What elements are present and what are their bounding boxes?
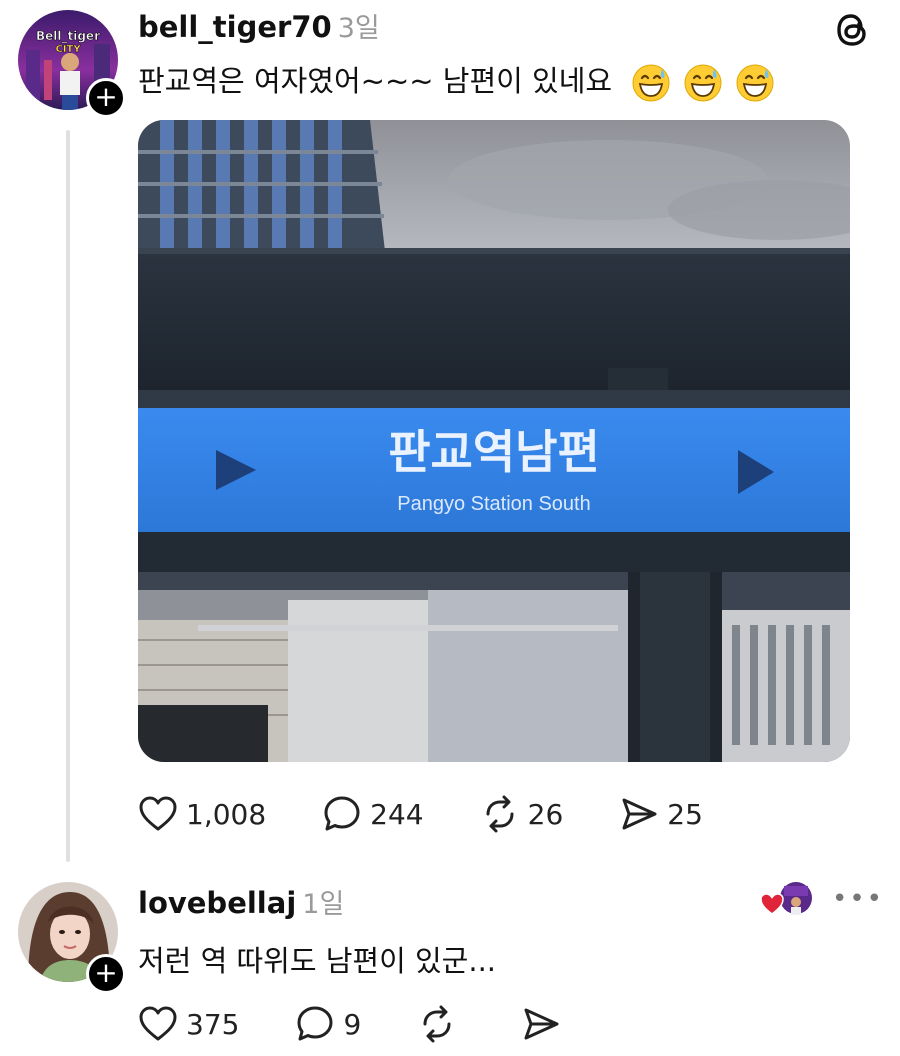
reply-username[interactable]: lovebellaj — [138, 886, 296, 920]
post-username[interactable]: bell_tiger70 — [138, 10, 332, 44]
grinning-sweat-emoji-icon — [632, 64, 670, 102]
like-count: 1,008 — [186, 797, 267, 831]
heart-filled-icon — [760, 893, 784, 915]
emoji-group — [631, 63, 775, 103]
share-button[interactable]: 25 — [619, 794, 703, 834]
reply-reply-count: 9 — [343, 1007, 362, 1041]
reply-time: 1일 — [302, 889, 345, 920]
sign-english-text: Pangyo Station South — [397, 493, 590, 515]
reply-button[interactable]: 244 — [322, 794, 424, 834]
post-text: 판교역은 여자였어~~~ 남편이 있네요 — [138, 64, 613, 98]
sign-korean-text: 판교역남편 — [388, 425, 600, 479]
reply-like-count: 375 — [186, 1007, 240, 1041]
repost-count: 26 — [527, 797, 564, 831]
send-icon — [622, 798, 657, 830]
reply-repost-button[interactable] — [417, 1004, 465, 1044]
repost-icon — [423, 1005, 451, 1043]
grinning-sweat-emoji-icon — [684, 64, 722, 102]
avatar-logo-text: Bell_tiger — [36, 29, 100, 44]
reply-share-button[interactable] — [521, 1004, 569, 1044]
thread-line — [66, 130, 70, 862]
post-header: bell_tiger70 3일 — [138, 6, 380, 45]
heart-icon — [139, 796, 177, 831]
reply-actions: 375 9 — [138, 1004, 569, 1044]
grinning-sweat-emoji-icon — [736, 64, 774, 102]
heart-icon — [139, 1006, 177, 1041]
reply-count: 244 — [370, 797, 424, 831]
share-count: 25 — [667, 797, 703, 831]
svg-text:CITY: CITY — [55, 44, 81, 55]
post-text-row: 판교역은 여자였어~~~ 남편이 있네요 — [138, 58, 775, 103]
author-liked-indicator — [760, 882, 816, 918]
follow-plus-icon[interactable]: + — [86, 954, 126, 994]
like-button[interactable]: 1,008 — [138, 795, 266, 833]
comment-icon — [297, 1006, 333, 1041]
reply-header: lovebellaj 1일 — [138, 882, 344, 921]
post-time: 3일 — [337, 13, 380, 44]
more-options-button[interactable]: ••• — [832, 884, 884, 914]
repost-button[interactable]: 26 — [480, 794, 564, 834]
send-icon — [524, 1008, 559, 1040]
reply-like-button[interactable]: 375 — [138, 1005, 239, 1043]
threads-icon[interactable] — [832, 10, 872, 50]
post-photo[interactable]: 판교역남편 Pangyo Station South — [138, 120, 850, 762]
post-actions: 1,008 244 26 25 — [138, 794, 703, 834]
repost-icon — [486, 795, 514, 833]
reply-reply-button[interactable]: 9 — [295, 1004, 361, 1044]
comment-icon — [324, 796, 360, 831]
follow-plus-icon[interactable]: + — [86, 78, 126, 118]
reply-text: 저런 역 따위도 남편이 있군... — [138, 944, 497, 978]
